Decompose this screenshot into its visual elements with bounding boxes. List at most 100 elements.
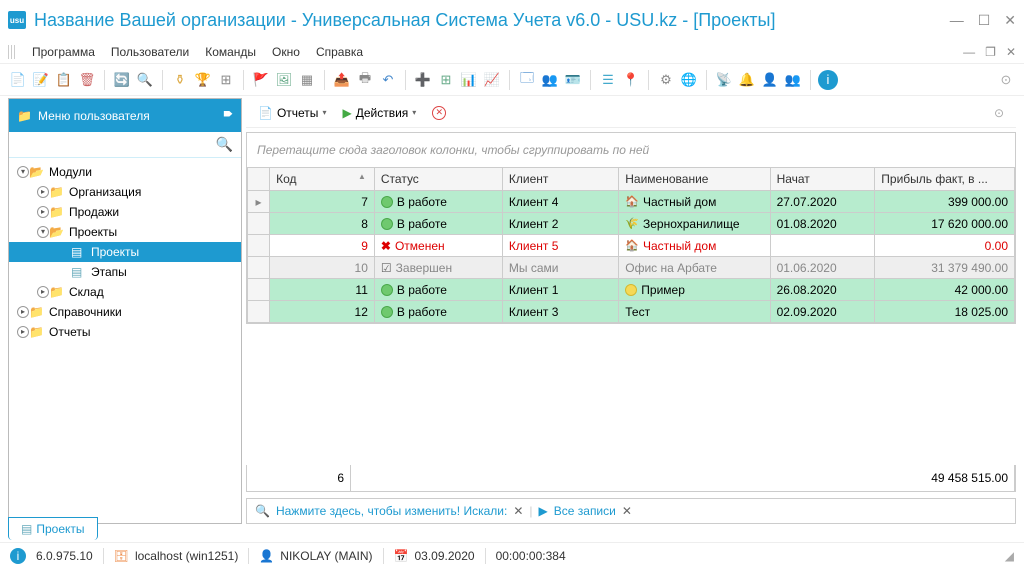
- table-row[interactable]: 9✖ОтмененКлиент 5🏠Частный дом0.00: [248, 235, 1015, 257]
- grid-icon[interactable]: ⊞: [436, 70, 456, 90]
- trophy-icon[interactable]: 🏆: [193, 70, 213, 90]
- expand-icon[interactable]: ▸: [17, 326, 29, 338]
- tree-label: Модули: [49, 165, 92, 179]
- tree-projects[interactable]: ▤ Проекты: [9, 242, 241, 262]
- tab-projects[interactable]: ▤ Проекты: [8, 517, 98, 540]
- cell-code: 12: [270, 301, 375, 323]
- tree-label: Склад: [69, 285, 104, 299]
- col-client[interactable]: Клиент: [502, 168, 618, 191]
- search-icon[interactable]: 🔍: [216, 136, 237, 152]
- copy-icon[interactable]: 📋: [54, 70, 74, 90]
- refresh-icon[interactable]: 🔄: [112, 70, 132, 90]
- add-icon[interactable]: ➕: [413, 70, 433, 90]
- tree-warehouse[interactable]: ▸ 📁 Склад: [9, 282, 241, 302]
- tree-label: Справочники: [49, 305, 122, 319]
- rss-icon[interactable]: 📡: [714, 70, 734, 90]
- close-button[interactable]: ✕: [1004, 12, 1016, 29]
- shapes-icon[interactable]: ▦: [297, 70, 317, 90]
- menu-program[interactable]: Программа: [24, 41, 103, 63]
- expand-icon[interactable]: ▸: [37, 206, 49, 218]
- col-profit[interactable]: Прибыль факт, в ...: [875, 168, 1015, 191]
- tree-projects-folder[interactable]: ▾ 📂 Проекты: [9, 222, 241, 242]
- image-icon[interactable]: 🖼: [274, 70, 294, 90]
- table-row[interactable]: 12В работеКлиент 3Тест02.09.202018 025.0…: [248, 301, 1015, 323]
- row-indicator: [248, 301, 270, 323]
- help-icon[interactable]: ⊙: [996, 70, 1016, 90]
- collapse-sidebar-button[interactable]: 🠶: [223, 105, 233, 126]
- tree-organization[interactable]: ▸ 📁 Организация: [9, 182, 241, 202]
- expand-icon[interactable]: ▸: [37, 186, 49, 198]
- sidebar: 📁 Меню пользователя 🠶 🔍 ▾ 📂 Модули ▸ 📁 О…: [8, 98, 242, 524]
- col-name[interactable]: Наименование: [619, 168, 770, 191]
- print-icon[interactable]: 🖶: [355, 70, 375, 90]
- expand-icon[interactable]: ▸: [17, 306, 29, 318]
- menu-commands[interactable]: Команды: [197, 41, 264, 63]
- mdi-minimize-button[interactable]: —: [963, 45, 975, 59]
- new-icon[interactable]: 📄: [8, 70, 28, 90]
- folder-icon: 📁: [49, 285, 65, 299]
- table-row[interactable]: 11В работеКлиент 1Пример26.08.202042 000…: [248, 279, 1015, 301]
- sidebar-header: 📁 Меню пользователя 🠶: [9, 99, 241, 132]
- users-icon[interactable]: 👥: [783, 70, 803, 90]
- tab-label: Проекты: [36, 522, 84, 536]
- people-icon[interactable]: 👥: [540, 70, 560, 90]
- sidebar-search: 🔍: [9, 132, 241, 158]
- delete-icon[interactable]: 🗑: [77, 70, 97, 90]
- reports-button[interactable]: 📄 Отчеты ▾: [252, 103, 332, 123]
- layout-icon[interactable]: ⊞: [216, 70, 236, 90]
- maximize-button[interactable]: ☐: [978, 12, 991, 29]
- window-icon[interactable]: 🗔: [517, 70, 537, 90]
- tree-label: Продажи: [69, 205, 119, 219]
- filter-bar[interactable]: 🔍 Нажмите здесь, чтобы изменить! Искали:…: [246, 498, 1016, 524]
- status-cancelled-icon: ✖: [381, 239, 391, 253]
- minimize-button[interactable]: —: [950, 12, 964, 29]
- menu-help[interactable]: Справка: [308, 41, 371, 63]
- card-icon[interactable]: 🪪: [563, 70, 583, 90]
- resize-grip-icon[interactable]: ◢: [1005, 549, 1014, 563]
- export-icon[interactable]: 📤: [332, 70, 352, 90]
- table-row[interactable]: 10☑ЗавершенМы самиОфис на Арбате01.06.20…: [248, 257, 1015, 279]
- tree-sales[interactable]: ▸ 📁 Продажи: [9, 202, 241, 222]
- undo-icon[interactable]: ↶: [378, 70, 398, 90]
- user-icon[interactable]: 👤: [760, 70, 780, 90]
- expand-icon[interactable]: ▾: [17, 166, 29, 178]
- row-indicator: [248, 213, 270, 235]
- excel-icon[interactable]: 📊: [459, 70, 479, 90]
- edit-icon[interactable]: 📝: [31, 70, 51, 90]
- help2-icon[interactable]: ⊙: [988, 103, 1010, 123]
- tree-modules[interactable]: ▾ 📂 Модули: [9, 162, 241, 182]
- globe-icon[interactable]: 🌐: [679, 70, 699, 90]
- table-row[interactable]: ▸7В работеКлиент 4🏠Частный дом27.07.2020…: [248, 191, 1015, 213]
- stop-button[interactable]: ✕: [426, 103, 452, 123]
- excel2-icon[interactable]: 📈: [482, 70, 502, 90]
- expand-icon[interactable]: ▾: [37, 226, 49, 238]
- menu-bar: Программа Пользователи Команды Окно Спра…: [0, 40, 1024, 64]
- info-icon[interactable]: i: [10, 548, 26, 564]
- menu-users[interactable]: Пользователи: [103, 41, 197, 63]
- bell-icon[interactable]: 🔔: [737, 70, 757, 90]
- gear-icon[interactable]: ⚙: [656, 70, 676, 90]
- clear-records-button[interactable]: ✕: [622, 504, 632, 518]
- menu-window[interactable]: Окно: [264, 41, 308, 63]
- clear-filter-button[interactable]: ✕: [513, 504, 523, 518]
- col-started[interactable]: Начат: [770, 168, 875, 191]
- search-icon[interactable]: 🔍: [135, 70, 155, 90]
- pin-icon[interactable]: 📍: [621, 70, 641, 90]
- mdi-close-button[interactable]: ✕: [1006, 45, 1016, 59]
- tree-directories[interactable]: ▸ 📁 Справочники: [9, 302, 241, 322]
- tree-label: Этапы: [91, 265, 127, 279]
- menu2-icon[interactable]: ☰: [598, 70, 618, 90]
- house-icon: 🏠: [625, 239, 639, 252]
- tree-stages[interactable]: ▤ Этапы: [9, 262, 241, 282]
- filter-icon[interactable]: ⚱: [170, 70, 190, 90]
- expand-icon[interactable]: ▸: [37, 286, 49, 298]
- tree-reports[interactable]: ▸ 📁 Отчеты: [9, 322, 241, 342]
- col-status[interactable]: Статус: [374, 168, 502, 191]
- actions-button[interactable]: ▶ Действия ▾: [336, 103, 422, 123]
- group-by-hint[interactable]: Перетащите сюда заголовок колонки, чтобы…: [246, 132, 1016, 167]
- mdi-restore-button[interactable]: ❐: [985, 45, 996, 59]
- info-icon[interactable]: i: [818, 70, 838, 90]
- flag-icon[interactable]: 🚩: [251, 70, 271, 90]
- table-row[interactable]: 8В работеКлиент 2🌾Зернохранилище01.08.20…: [248, 213, 1015, 235]
- col-code[interactable]: Код: [270, 168, 375, 191]
